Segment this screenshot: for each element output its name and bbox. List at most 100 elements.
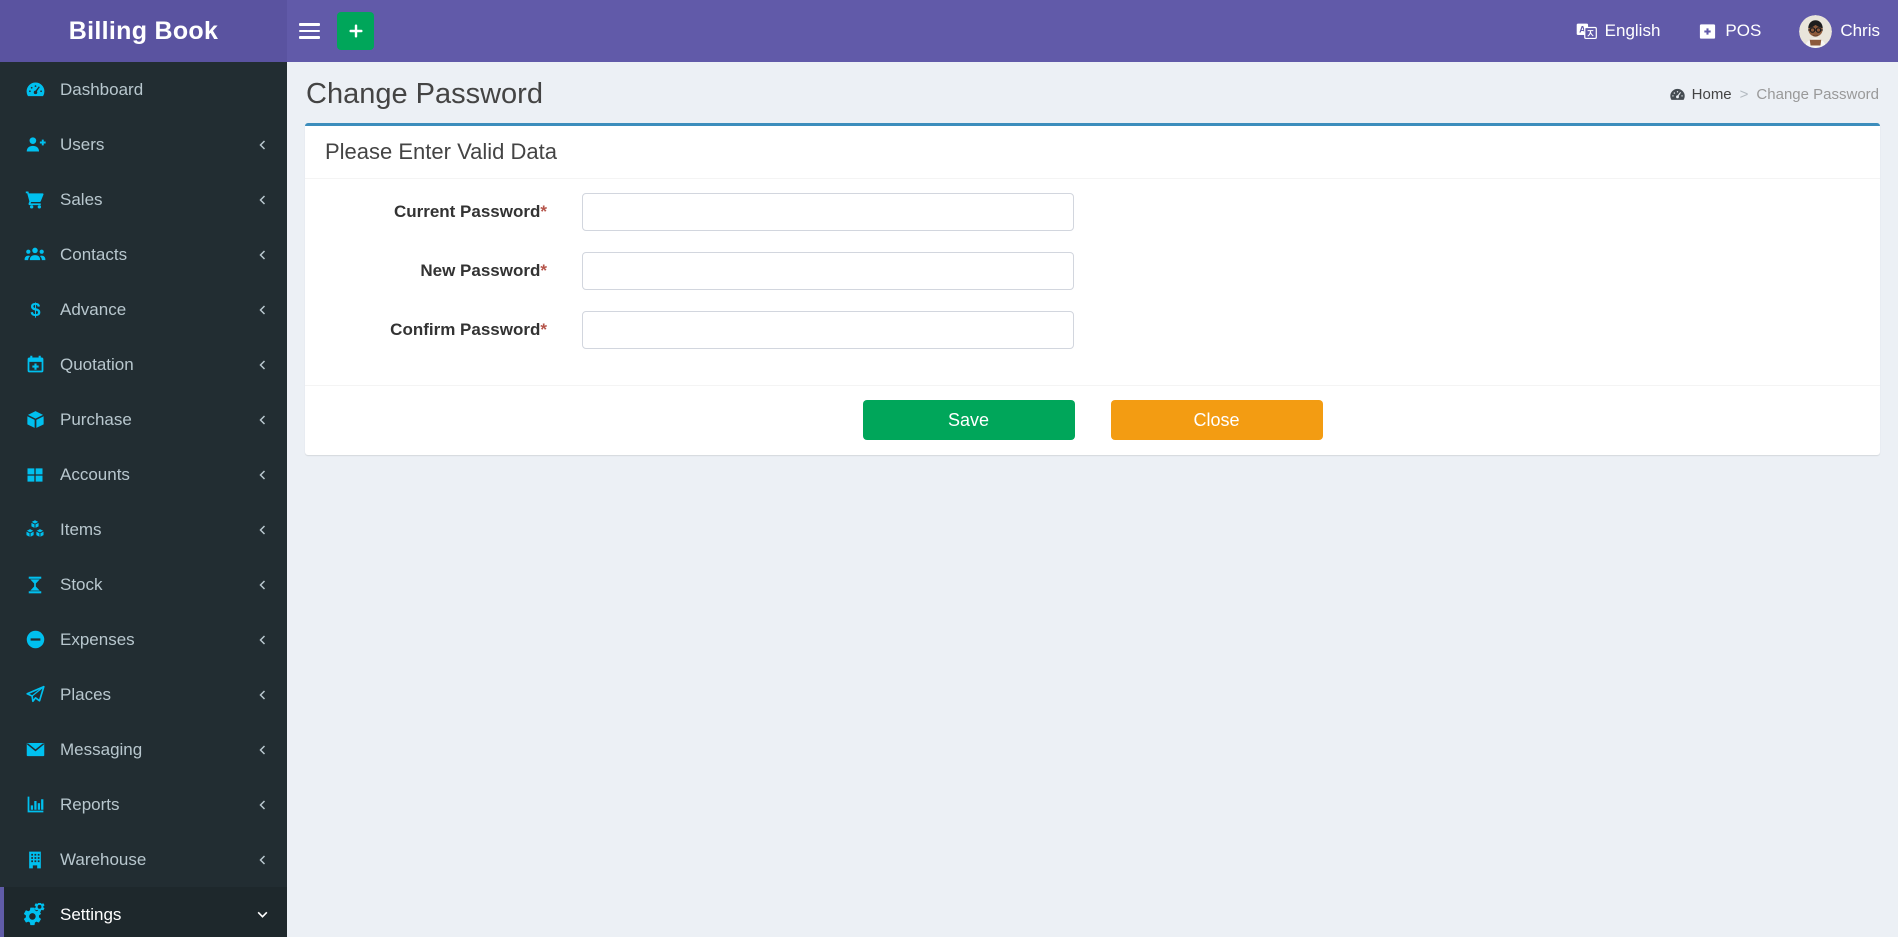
card-footer: Save Close	[305, 385, 1880, 455]
user-menu[interactable]: Chris	[1799, 14, 1880, 48]
main-content: Change Password Home > Change Password P…	[287, 62, 1898, 937]
confirm-password-label: Confirm Password*	[390, 320, 547, 339]
sidebar-item-label: Quotation	[60, 354, 134, 374]
sidebar-item-accounts[interactable]: Accounts	[0, 447, 287, 502]
sidebar-item-expenses[interactable]: Expenses	[0, 612, 287, 667]
people-group-icon	[22, 244, 48, 266]
chevron-down-icon	[256, 908, 269, 921]
new-password-label: New Password*	[420, 261, 547, 280]
sidebar-item-contacts[interactable]: Contacts	[0, 227, 287, 282]
bar-chart-icon	[22, 794, 48, 815]
hamburger-icon	[298, 23, 320, 26]
sidebar-item-label: Warehouse	[60, 849, 147, 869]
sidebar-item-label: Reports	[60, 794, 120, 814]
required-mark: *	[540, 202, 547, 221]
breadcrumb-separator: >	[1739, 86, 1749, 103]
form-row-confirm-password: Confirm Password*	[325, 311, 1860, 349]
chevron-left-icon	[257, 744, 269, 756]
sidebar-item-messaging[interactable]: Messaging	[0, 722, 287, 777]
chevron-left-icon	[257, 139, 269, 151]
plus-icon	[349, 24, 362, 38]
breadcrumb-home-label: Home	[1691, 86, 1732, 103]
top-navbar: Billing Book A English POS Chris	[0, 0, 1898, 62]
building-icon	[22, 850, 48, 870]
chevron-left-icon	[257, 194, 269, 206]
sidebar-item-users[interactable]: Users	[0, 117, 287, 172]
envelope-icon	[22, 739, 48, 760]
language-label: English	[1604, 21, 1661, 40]
form-row-current-password: Current Password*	[325, 193, 1860, 231]
chevron-left-icon	[257, 469, 269, 481]
sidebar-item-purchase[interactable]: Purchase	[0, 392, 287, 447]
sidebar-item-label: Messaging	[60, 739, 143, 759]
sidebar-item-label: Places	[60, 684, 112, 704]
sidebar-item-label: Sales	[60, 189, 103, 209]
language-menu[interactable]: A English	[1576, 21, 1661, 41]
chevron-left-icon	[257, 634, 269, 646]
sidebar-item-label: Advance	[60, 299, 127, 319]
sidebar-item-label: Contacts	[60, 244, 128, 264]
calendar-plus-icon	[22, 354, 48, 375]
chevron-left-icon	[257, 799, 269, 811]
pos-label: POS	[1725, 21, 1762, 40]
paper-plane-icon	[22, 684, 48, 705]
save-button[interactable]: Save	[862, 400, 1075, 440]
sidebar-item-label: Users	[60, 134, 105, 154]
breadcrumb-home-link[interactable]: Home	[1669, 86, 1732, 103]
dashboard-icon	[1669, 88, 1685, 100]
page-title: Change Password	[306, 78, 543, 110]
grid-icon	[22, 465, 48, 485]
chevron-left-icon	[257, 579, 269, 591]
current-password-input[interactable]	[582, 193, 1074, 231]
sidebar-item-settings[interactable]: Settings	[0, 887, 287, 937]
username-label: Chris	[1840, 21, 1880, 40]
sidebar-item-advance[interactable]: $ Advance	[0, 282, 287, 337]
close-button[interactable]: Close	[1110, 400, 1323, 440]
sidebar-item-items[interactable]: Items	[0, 502, 287, 557]
svg-text:$: $	[30, 299, 40, 320]
sidebar-item-dashboard[interactable]: Dashboard	[0, 62, 287, 117]
app-logo[interactable]: Billing Book	[0, 0, 287, 62]
required-mark: *	[540, 261, 547, 280]
sidebar-item-stock[interactable]: Stock	[0, 557, 287, 612]
new-password-input[interactable]	[582, 252, 1074, 290]
dollar-icon: $	[22, 299, 48, 320]
app-window: Billing Book A English POS Chris Dashboa…	[0, 0, 1898, 937]
language-icon: A	[1576, 23, 1597, 40]
gears-icon	[22, 903, 48, 926]
required-mark: *	[540, 320, 547, 339]
pos-button[interactable]: POS	[1698, 21, 1761, 41]
cube-icon	[22, 409, 48, 430]
chevron-left-icon	[257, 689, 269, 701]
dashboard-icon	[22, 79, 48, 100]
cubes-icon	[22, 519, 48, 541]
breadcrumb-current: Change Password	[1756, 86, 1879, 103]
sidebar-item-reports[interactable]: Reports	[0, 777, 287, 832]
card-header-title: Please Enter Valid Data	[305, 126, 1880, 179]
sidebar-item-label: Stock	[60, 574, 103, 594]
plus-square-icon	[1700, 23, 1716, 39]
avatar	[1799, 14, 1833, 48]
quick-add-button[interactable]	[337, 12, 374, 50]
chevron-left-icon	[257, 359, 269, 371]
sidebar-item-places[interactable]: Places	[0, 667, 287, 722]
hourglass-icon	[22, 575, 48, 595]
content-header: Change Password Home > Change Password	[287, 62, 1898, 123]
chevron-left-icon	[257, 524, 269, 536]
sidebar-item-quotation[interactable]: Quotation	[0, 337, 287, 392]
change-password-card: Please Enter Valid Data Current Password…	[305, 123, 1880, 455]
breadcrumb: Home > Change Password	[1669, 86, 1879, 103]
change-password-form: Current Password* New Password* Confirm …	[305, 179, 1880, 385]
cart-icon	[22, 189, 48, 210]
confirm-password-input[interactable]	[582, 311, 1074, 349]
sidebar-item-label: Accounts	[60, 464, 130, 484]
chevron-left-icon	[257, 414, 269, 426]
sidebar-toggle-button[interactable]	[287, 0, 331, 62]
sidebar-item-sales[interactable]: Sales	[0, 172, 287, 227]
user-plus-icon	[22, 134, 48, 155]
current-password-label: Current Password*	[393, 202, 547, 221]
sidebar-item-warehouse[interactable]: Warehouse	[0, 832, 287, 887]
chevron-left-icon	[257, 854, 269, 866]
sidebar-item-label: Expenses	[60, 629, 135, 649]
sidebar-item-label: Purchase	[60, 409, 132, 429]
